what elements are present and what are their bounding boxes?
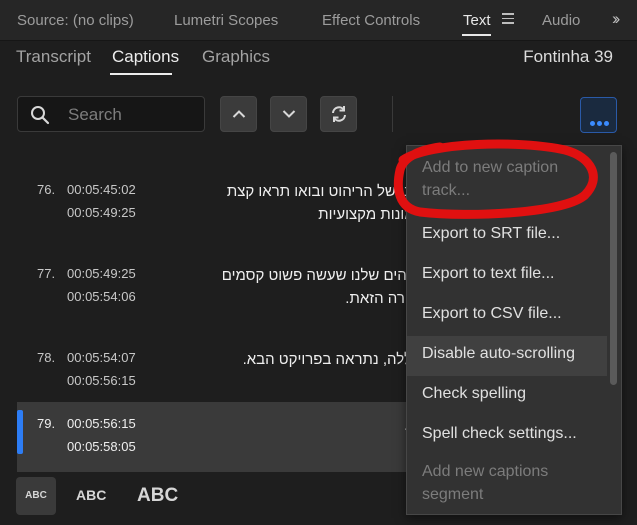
menu-item-disable-auto-scrolling[interactable]: Disable auto-scrolling xyxy=(407,336,607,376)
search-input[interactable] xyxy=(66,101,200,129)
caption-number: 77. xyxy=(37,266,56,281)
caption-in-time[interactable]: 00:05:45:02 xyxy=(67,182,136,197)
chevron-up-icon xyxy=(232,110,245,118)
menu-item-label: Add new captions segment xyxy=(422,463,549,503)
previous-match-button[interactable] xyxy=(220,96,257,132)
caption-in-time[interactable]: 00:05:56:15 xyxy=(67,416,136,431)
more-panels-icon[interactable]: ›› xyxy=(612,9,621,29)
search-icon xyxy=(31,106,50,125)
caption-out-time[interactable]: 00:05:49:25 xyxy=(67,205,136,220)
menu-item-label: Export to text file... xyxy=(422,265,555,282)
replace-button[interactable] xyxy=(320,96,357,132)
menu-item-label: Export to SRT file... xyxy=(422,225,561,242)
tab-captions[interactable]: Captions xyxy=(112,47,179,67)
menu-item-export-srt[interactable]: Export to SRT file... xyxy=(407,216,607,256)
caption-text[interactable]: מדהים שלנו שעשה פשוט קסמים לדירה הזאת. xyxy=(195,264,425,310)
text-size-small-button[interactable]: ABC xyxy=(16,477,56,515)
caption-out-time[interactable]: 00:05:58:05 xyxy=(67,439,136,454)
tab-effect-controls[interactable]: Effect Controls xyxy=(322,12,420,29)
caption-text[interactable]: ביי. xyxy=(195,414,425,437)
caption-number: 76. xyxy=(37,182,56,197)
caption-in-time[interactable]: 00:05:49:25 xyxy=(67,266,136,281)
tab-source[interactable]: Source: (no clips) xyxy=(17,12,134,29)
menu-item-export-text[interactable]: Export to text file... xyxy=(407,256,607,296)
tab-active-indicator xyxy=(462,34,491,36)
toolbar-divider xyxy=(392,96,393,132)
menu-item-label: Add to new caption track... xyxy=(422,159,559,199)
menu-item-label: Spell check settings... xyxy=(422,425,577,442)
menu-item-spell-check-settings[interactable]: Spell check settings... xyxy=(407,416,607,456)
chevron-down-icon xyxy=(282,110,295,118)
caption-number: 78. xyxy=(37,350,56,365)
caption-text[interactable]: צוב ושל הריהוט ובואו תראו קצת תמונות מקצ… xyxy=(195,180,425,226)
caption-track-name[interactable]: Fontinha 39 xyxy=(523,47,613,67)
caption-text[interactable]: יאללה, נתראה בפרויקט הבא. xyxy=(195,348,425,371)
text-panel-tabs: Transcript Captions Graphics Fontinha 39 xyxy=(0,41,637,83)
ellipsis-icon xyxy=(590,113,611,131)
tab-text[interactable]: Text xyxy=(463,12,491,29)
tab-transcript[interactable]: Transcript xyxy=(16,47,91,67)
options-menu: Add to new caption track... Export to SR… xyxy=(406,145,622,515)
search-box[interactable] xyxy=(17,96,205,132)
menu-item-label: Disable auto-scrolling xyxy=(422,345,575,362)
menu-scrollbar[interactable] xyxy=(610,152,617,385)
text-size-medium-button[interactable]: ABC xyxy=(76,487,106,503)
next-match-button[interactable] xyxy=(270,96,307,132)
menu-item-check-spelling[interactable]: Check spelling xyxy=(407,376,607,416)
menu-item-add-to-new-caption-track[interactable]: Add to new caption track... xyxy=(407,156,607,216)
selection-marker xyxy=(17,410,23,454)
caption-out-time[interactable]: 00:05:54:06 xyxy=(67,289,136,304)
tab-lumetri-scopes[interactable]: Lumetri Scopes xyxy=(174,12,278,29)
text-size-large-button[interactable]: ABC xyxy=(137,485,178,507)
caption-out-time[interactable]: 00:05:56:15 xyxy=(67,373,136,388)
menu-item-export-csv[interactable]: Export to CSV file... xyxy=(407,296,607,336)
tab-audio[interactable]: Audio xyxy=(542,12,580,29)
tab-graphics[interactable]: Graphics xyxy=(202,47,270,67)
more-options-button[interactable] xyxy=(580,97,617,133)
panel-menu-icon[interactable] xyxy=(502,13,514,25)
caption-number: 79. xyxy=(37,416,56,431)
menu-item-label: Check spelling xyxy=(422,385,527,402)
menu-item-label: Export to CSV file... xyxy=(422,305,562,322)
refresh-icon xyxy=(331,106,346,122)
menu-item-add-new-captions-segment[interactable]: Add new captions segment xyxy=(407,460,607,512)
caption-in-time[interactable]: 00:05:54:07 xyxy=(67,350,136,365)
captions-tab-indicator xyxy=(110,73,172,75)
panel-tab-bar: Source: (no clips) Lumetri Scopes Effect… xyxy=(0,0,637,41)
